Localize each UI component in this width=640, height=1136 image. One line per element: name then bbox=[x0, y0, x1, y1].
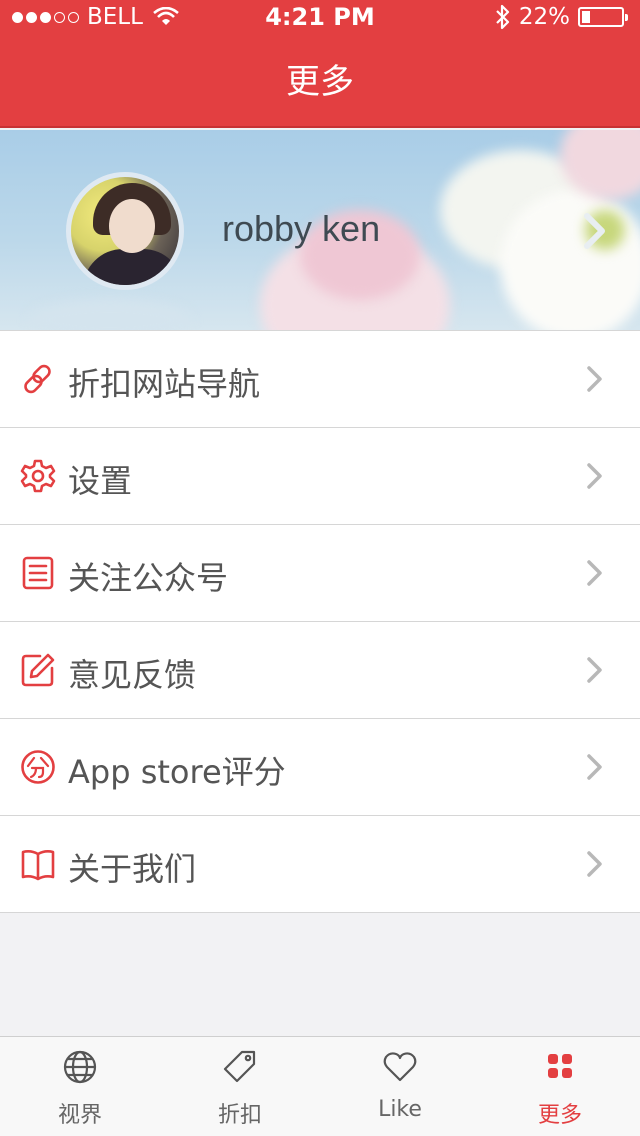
menu-item-follow-account[interactable]: 关注公众号 bbox=[0, 525, 640, 622]
heart-icon bbox=[383, 1052, 417, 1082]
tab-more[interactable]: 更多 bbox=[480, 1037, 640, 1136]
chevron-right-icon bbox=[587, 851, 602, 877]
menu-item-discount-nav[interactable]: 折扣网站导航 bbox=[0, 331, 640, 428]
book-icon bbox=[21, 850, 55, 881]
document-icon bbox=[22, 556, 54, 590]
chevron-right-icon bbox=[587, 366, 602, 392]
edit-icon bbox=[21, 653, 55, 687]
tab-like[interactable]: Like bbox=[320, 1037, 480, 1136]
avatar[interactable] bbox=[66, 172, 184, 290]
nav-header: BELL 4:21 PM 22% 更多 bbox=[0, 0, 640, 128]
tab-label: Like bbox=[378, 1097, 422, 1122]
menu-item-label: 关注公众号 bbox=[68, 559, 229, 597]
profile-banner[interactable]: robby ken bbox=[0, 130, 640, 330]
battery-percent: 22% bbox=[518, 4, 570, 30]
tab-bar: 视界 折扣 Like 更多 bbox=[0, 1036, 640, 1136]
username: robby ken bbox=[222, 208, 381, 249]
menu-item-app-store-rating[interactable]: App store评分 bbox=[0, 719, 640, 816]
flower-decoration bbox=[30, 300, 190, 330]
globe-icon bbox=[63, 1050, 97, 1084]
chevron-right-icon bbox=[587, 754, 602, 780]
battery-level bbox=[582, 11, 590, 23]
gear-icon bbox=[20, 459, 56, 493]
link-icon bbox=[24, 364, 51, 394]
tag-icon bbox=[223, 1050, 256, 1083]
battery-icon bbox=[578, 7, 628, 27]
chevron-right-icon bbox=[587, 560, 602, 586]
tab-label: 视界 bbox=[57, 1103, 102, 1128]
bluetooth-icon bbox=[496, 4, 509, 30]
grid-icon bbox=[548, 1054, 572, 1078]
menu-item-label: 设置 bbox=[68, 462, 133, 500]
page-title: 更多 bbox=[286, 62, 354, 102]
settings-menu: 折扣网站导航 设置 关注公众号 意见反馈 App store评分 关于我们 bbox=[0, 330, 640, 913]
menu-item-label: 意见反馈 bbox=[68, 656, 197, 694]
tab-vision[interactable]: 视界 bbox=[0, 1037, 160, 1136]
menu-item-settings[interactable]: 设置 bbox=[0, 428, 640, 525]
tab-label: 折扣 bbox=[217, 1103, 262, 1128]
chevron-right-icon bbox=[587, 657, 602, 683]
flower-decoration bbox=[500, 190, 640, 330]
tab-label: 更多 bbox=[537, 1103, 582, 1128]
chevron-right-icon bbox=[587, 463, 602, 489]
menu-item-about-us[interactable]: 关于我们 bbox=[0, 816, 640, 913]
tab-discount[interactable]: 折扣 bbox=[160, 1037, 320, 1136]
status-bar: BELL 4:21 PM 22% bbox=[0, 0, 640, 36]
status-right: 22% bbox=[495, 4, 628, 30]
score-icon bbox=[21, 750, 55, 784]
menu-item-feedback[interactable]: 意见反馈 bbox=[0, 622, 640, 719]
menu-item-label: 关于我们 bbox=[68, 850, 197, 888]
chevron-right-icon bbox=[584, 213, 605, 249]
menu-item-label: 折扣网站导航 bbox=[68, 365, 261, 403]
menu-item-label: App store评分 bbox=[68, 753, 286, 791]
